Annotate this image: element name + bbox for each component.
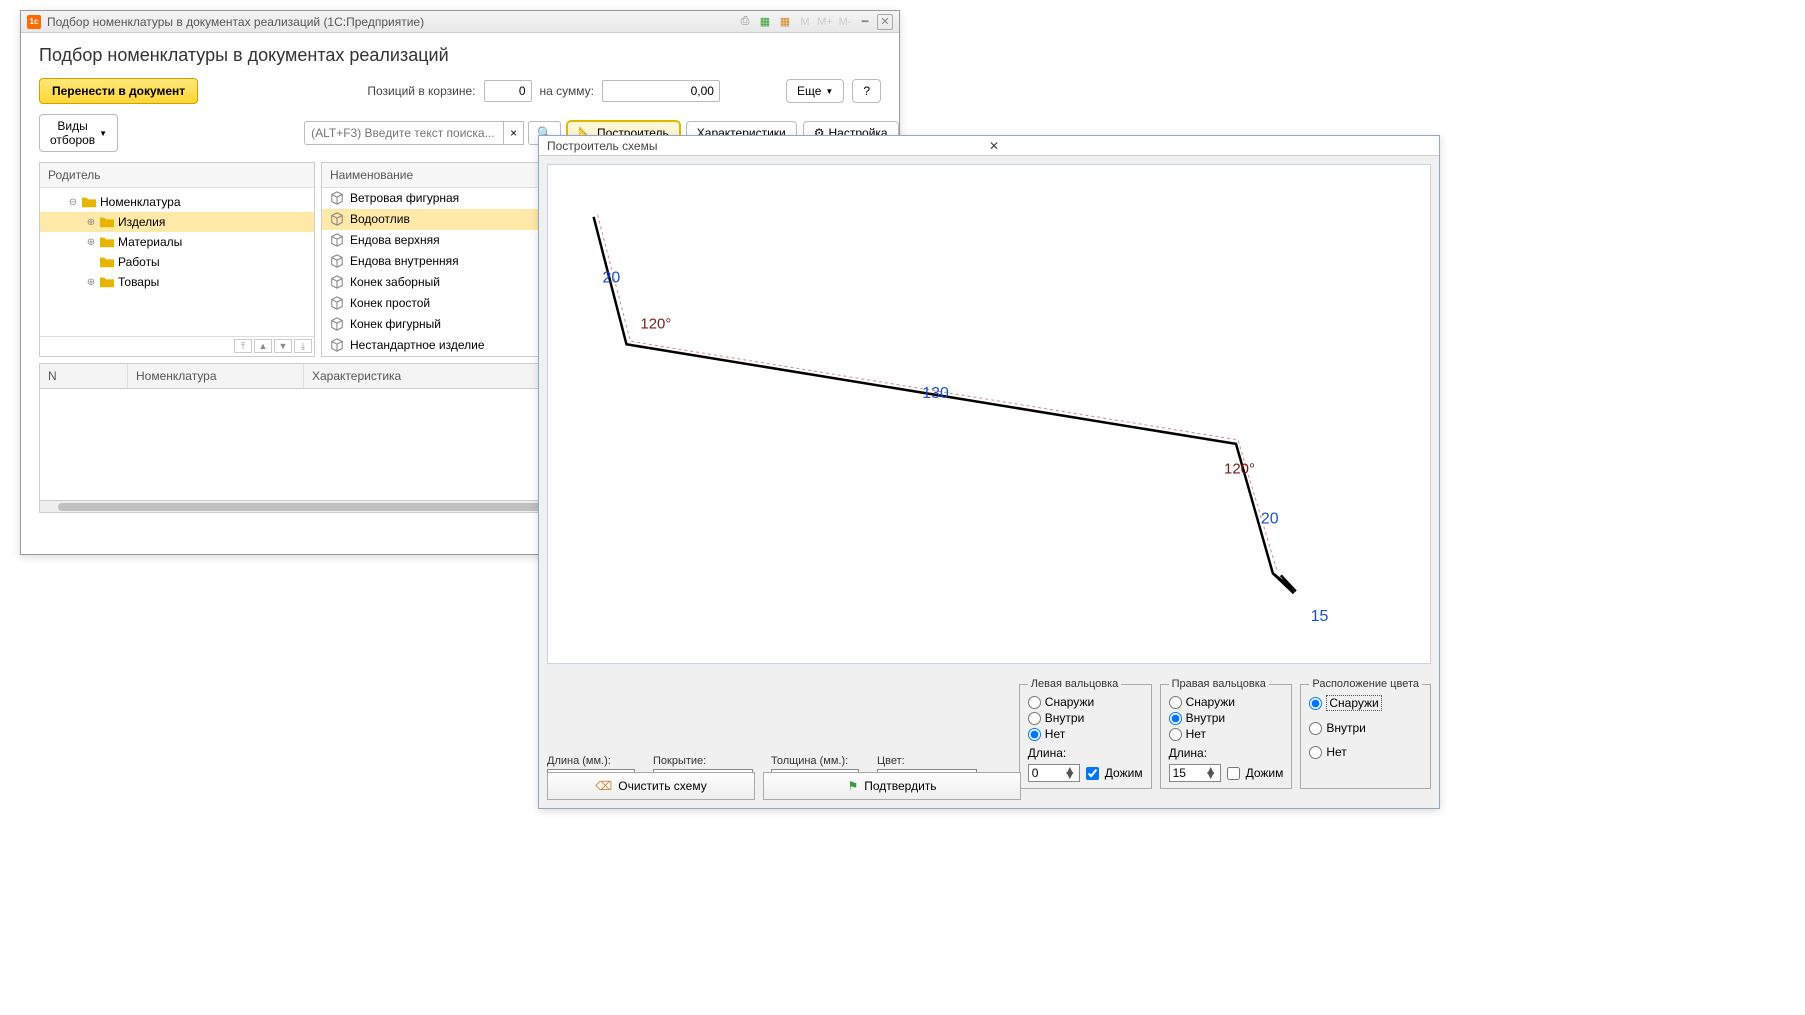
tree-up-button[interactable]: ▲ xyxy=(254,339,272,353)
tree: ⊖ Номенклатура ⊕ Изделия ⊕ Материалы xyxy=(40,188,314,336)
folder-icon xyxy=(100,256,114,268)
eraser-icon: ⌫ xyxy=(595,779,612,793)
right-roll-outside-radio[interactable] xyxy=(1169,696,1182,709)
list-header: Наименование xyxy=(330,168,413,182)
grid-icon[interactable]: ▦ xyxy=(757,14,773,30)
positions-label: Позиций в корзине: xyxy=(367,84,475,98)
confirm-scheme-button[interactable]: ⚑Подтвердить xyxy=(763,772,1021,800)
left-roll-inside-radio[interactable] xyxy=(1028,712,1041,725)
letter-m3-icon: M- xyxy=(837,14,853,30)
item-icon xyxy=(330,254,344,268)
item-icon xyxy=(330,233,344,247)
svg-text:120°: 120° xyxy=(640,315,671,332)
scheme-builder-window: Построитель схемы ✕ 20 130 20 15 120° 12… xyxy=(538,135,1440,809)
scheme-title: Построитель схемы xyxy=(547,139,985,153)
color-none-radio[interactable] xyxy=(1309,746,1322,759)
item-icon xyxy=(330,338,344,352)
expand-icon[interactable]: ⊕ xyxy=(86,237,96,248)
sum-label: на сумму: xyxy=(540,84,594,98)
folder-icon xyxy=(82,196,96,208)
tree-root-row[interactable]: ⊖ Номенклатура xyxy=(40,192,314,212)
search-clear-button[interactable]: × xyxy=(504,121,524,145)
item-icon xyxy=(330,191,344,205)
right-roll-fieldset: Правая вальцовка Снаружи Внутри Нет Длин… xyxy=(1160,678,1293,789)
folder-icon xyxy=(100,276,114,288)
more-button[interactable]: Еще▼ xyxy=(786,79,844,103)
profile-diagram: 20 130 20 15 120° 120° xyxy=(548,165,1430,663)
folder-icon xyxy=(100,216,114,228)
tree-item[interactable]: ⊕ Работы xyxy=(40,252,314,272)
window-title: Подбор номенклатуры в документах реализа… xyxy=(47,15,737,29)
color-inside-radio[interactable] xyxy=(1309,722,1322,735)
left-roll-press-checkbox[interactable] xyxy=(1086,767,1099,780)
right-roll-none-radio[interactable] xyxy=(1169,728,1182,741)
calendar-icon[interactable]: ▦ xyxy=(777,14,793,30)
tree-last-button[interactable]: ⤓ xyxy=(294,339,312,353)
minimize-icon[interactable]: ━ xyxy=(857,14,873,30)
scheme-close-button[interactable]: ✕ xyxy=(985,139,1431,153)
page-title: Подбор номенклатуры в документах реализа… xyxy=(39,45,881,66)
left-roll-outside-radio[interactable] xyxy=(1028,696,1041,709)
grid-col-n[interactable]: N xyxy=(40,364,128,388)
tree-header: Родитель xyxy=(48,168,100,182)
left-roll-none-radio[interactable] xyxy=(1028,728,1041,741)
svg-text:120°: 120° xyxy=(1224,461,1255,478)
right-roll-length-label: Длина: xyxy=(1169,746,1207,760)
tree-down-button[interactable]: ▼ xyxy=(274,339,292,353)
left-roll-press-label: Дожим xyxy=(1105,766,1143,780)
right-roll-inside-radio[interactable] xyxy=(1169,712,1182,725)
left-roll-fieldset: Левая вальцовка Снаружи Внутри Нет Длина… xyxy=(1019,678,1152,789)
item-icon xyxy=(330,317,344,331)
letter-m-icon: M xyxy=(797,14,813,30)
tree-item[interactable]: ⊕ Материалы xyxy=(40,232,314,252)
right-roll-length-spinner[interactable]: 15▲▼ xyxy=(1169,764,1221,782)
thickness-label: Толщина (мм.): xyxy=(771,755,859,767)
titlebar: 1c Подбор номенклатуры в документах реал… xyxy=(21,11,899,33)
print-icon[interactable]: ⎙ xyxy=(737,14,753,30)
help-button[interactable]: ? xyxy=(852,79,881,103)
color-label: Цвет: xyxy=(877,755,977,767)
grid-col-nomenclature[interactable]: Номенклатура xyxy=(128,364,304,388)
tree-panel: Родитель ⊖ Номенклатура ⊕ Изделия ⊕ xyxy=(39,162,315,357)
flag-icon: ⚑ xyxy=(847,779,858,793)
clear-scheme-button[interactable]: ⌫Очистить схему xyxy=(547,772,755,800)
item-icon xyxy=(330,275,344,289)
right-roll-press-checkbox[interactable] xyxy=(1227,767,1240,780)
filters-button[interactable]: Виды отборов▼ xyxy=(39,114,118,152)
scheme-canvas[interactable]: 20 130 20 15 120° 120° xyxy=(547,164,1431,664)
sum-value[interactable] xyxy=(602,80,720,102)
left-roll-length-spinner[interactable]: 0▲▼ xyxy=(1028,764,1080,782)
search-input[interactable] xyxy=(304,121,504,145)
collapse-icon[interactable]: ⊖ xyxy=(68,197,78,208)
folder-icon xyxy=(100,236,114,248)
positions-value[interactable] xyxy=(484,80,532,102)
svg-text:130: 130 xyxy=(922,385,949,402)
tree-item[interactable]: ⊕ Изделия xyxy=(40,212,314,232)
tree-item[interactable]: ⊕ Товары xyxy=(40,272,314,292)
transfer-button[interactable]: Перенести в документ xyxy=(39,78,198,104)
item-icon xyxy=(330,212,344,226)
tree-first-button[interactable]: ⤒ xyxy=(234,339,252,353)
expand-icon[interactable]: ⊕ xyxy=(86,277,96,288)
right-roll-press-label: Дожим xyxy=(1246,766,1284,780)
letter-m2-icon: M+ xyxy=(817,14,833,30)
coating-label: Покрытие: xyxy=(653,755,753,767)
close-icon[interactable]: ✕ xyxy=(877,14,893,30)
tree-footer: ⤒ ▲ ▼ ⤓ xyxy=(40,336,314,355)
length-label: Длина (мм.): xyxy=(547,755,635,767)
svg-text:20: 20 xyxy=(603,270,621,287)
item-icon xyxy=(330,296,344,310)
color-outside-radio[interactable] xyxy=(1309,697,1322,710)
svg-text:20: 20 xyxy=(1261,511,1279,528)
color-position-fieldset: Расположение цвета Снаружи Внутри Нет xyxy=(1300,678,1431,789)
svg-text:15: 15 xyxy=(1311,608,1329,625)
app-logo-icon: 1c xyxy=(27,15,41,29)
expand-icon[interactable]: ⊕ xyxy=(86,217,96,228)
left-roll-length-label: Длина: xyxy=(1028,746,1066,760)
